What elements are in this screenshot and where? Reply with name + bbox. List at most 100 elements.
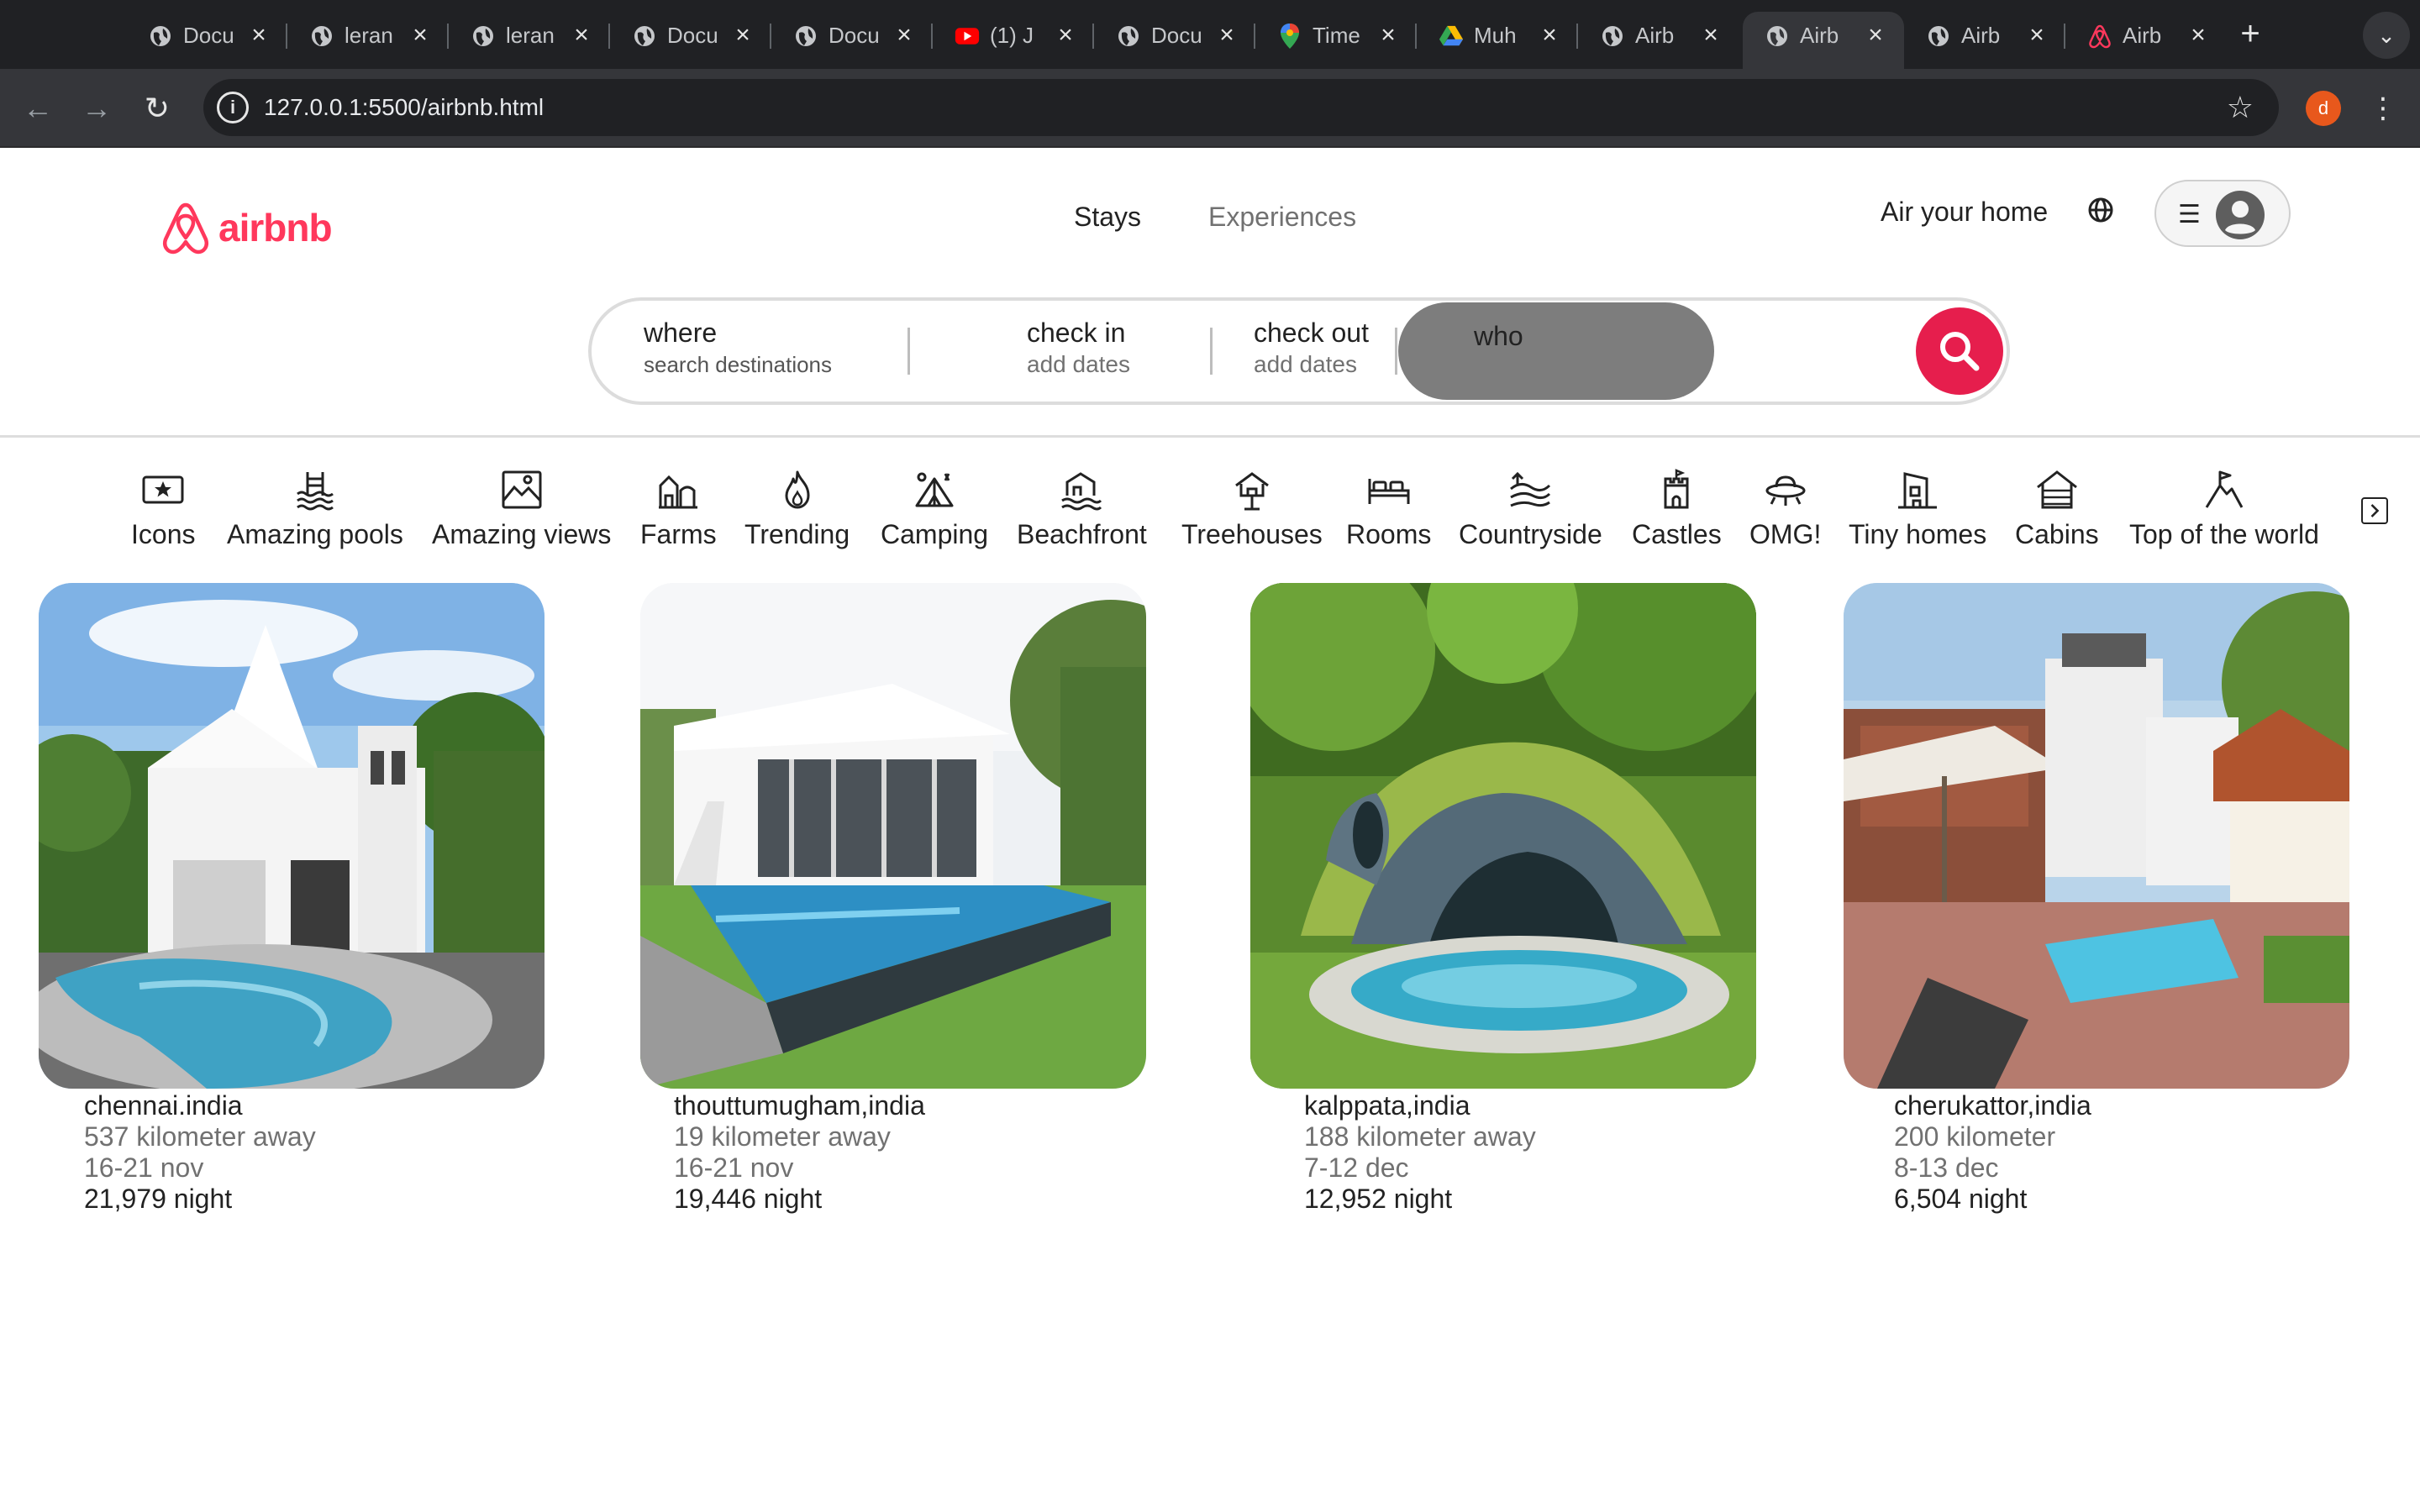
category-label: Amazing views bbox=[432, 519, 612, 549]
category-omg[interactable]: OMG! bbox=[1749, 467, 1821, 551]
close-tab-icon[interactable]: × bbox=[405, 20, 435, 50]
category-top-of-the-world[interactable]: Top of the world bbox=[2129, 467, 2319, 551]
listing-info: thouttumugham,india 19 kilometer away 16… bbox=[674, 1090, 925, 1215]
browser-tab[interactable]: Docu × bbox=[771, 12, 933, 69]
category-label: Rooms bbox=[1346, 519, 1432, 549]
youtube-icon bbox=[955, 24, 980, 49]
close-tab-icon[interactable]: × bbox=[1212, 20, 1242, 50]
check-out-label: check out bbox=[1254, 318, 1369, 348]
bookmark-star-icon[interactable]: ☆ bbox=[2227, 89, 2254, 126]
category-countryside[interactable]: Countryside bbox=[1459, 467, 1602, 551]
browser-tab[interactable]: Muh × bbox=[1417, 12, 1578, 69]
category-treehouses[interactable]: Treehouses bbox=[1181, 467, 1323, 551]
listing-distance: 19 kilometer away bbox=[674, 1121, 891, 1152]
close-tab-icon[interactable]: × bbox=[1534, 20, 1565, 50]
check-out-placeholder: add dates bbox=[1254, 351, 1357, 377]
new-tab-plus-icon[interactable]: + bbox=[2232, 15, 2269, 52]
close-tab-icon[interactable]: × bbox=[1860, 20, 1891, 50]
header-divider bbox=[0, 435, 2420, 438]
category-label: Amazing pools bbox=[227, 519, 403, 549]
search-divider bbox=[1210, 328, 1213, 375]
bed-icon bbox=[1368, 479, 1410, 504]
globe-icon bbox=[1600, 24, 1625, 49]
category-label: Countryside bbox=[1459, 519, 1602, 549]
browser-tab[interactable]: (1) J × bbox=[933, 12, 1094, 69]
profile-avatar[interactable]: d bbox=[2306, 91, 2341, 126]
browser-tab-active[interactable]: Airb × bbox=[1743, 12, 1904, 69]
tab-title: Airb bbox=[1800, 23, 1839, 48]
close-tab-icon[interactable]: × bbox=[2022, 20, 2052, 50]
category-rooms[interactable]: Rooms bbox=[1346, 467, 1431, 551]
where-placeholder: search destinations bbox=[644, 352, 833, 377]
tab-search-chevron-icon[interactable]: ⌄ bbox=[2363, 12, 2410, 59]
close-tab-icon[interactable]: × bbox=[889, 20, 919, 50]
check-out-field[interactable]: check out add dates bbox=[1254, 316, 1369, 380]
air-your-home-link[interactable]: Air your home bbox=[1881, 192, 2048, 232]
close-tab-icon[interactable]: × bbox=[1373, 20, 1403, 50]
earth-house-photo bbox=[1250, 583, 1756, 1089]
category-farms[interactable]: Farms bbox=[640, 467, 717, 551]
category-beachfront[interactable]: Beachfront bbox=[1017, 467, 1147, 551]
check-in-field[interactable]: check in add dates bbox=[1027, 316, 1130, 380]
listing-photo[interactable] bbox=[1844, 583, 2349, 1089]
close-tab-icon[interactable]: × bbox=[2183, 20, 2213, 50]
browser-tab[interactable]: Docu × bbox=[126, 12, 287, 69]
where-field[interactable]: where search destinations bbox=[644, 316, 832, 380]
cabin-icon bbox=[2036, 470, 2077, 509]
listing-card[interactable]: kalppata,india 188 kilometer away 7-12 d… bbox=[1250, 583, 1756, 1214]
back-arrow-icon[interactable]: ← bbox=[17, 87, 59, 129]
farm-icon bbox=[659, 475, 698, 509]
listing-photo[interactable] bbox=[1250, 583, 1756, 1089]
url-text[interactable]: 127.0.0.1:5500/airbnb.html bbox=[264, 92, 544, 123]
close-tab-icon[interactable]: × bbox=[244, 20, 274, 50]
forward-arrow-icon[interactable]: → bbox=[76, 87, 118, 129]
listing-location: cherukattor,india bbox=[1894, 1090, 2091, 1121]
browser-tab-bar: Docu × leran × leran × Docu × Docu × (1)… bbox=[0, 0, 2420, 69]
category-tiny-homes[interactable]: Tiny homes bbox=[1849, 467, 1986, 551]
listing-card[interactable]: cherukattor,india 200 kilometer 8-13 dec… bbox=[1844, 583, 2349, 1214]
listing-distance: 200 kilometer bbox=[1894, 1121, 2056, 1152]
listing-dates: 16-21 nov bbox=[674, 1152, 794, 1183]
category-amazing-views[interactable]: Amazing views bbox=[432, 467, 611, 551]
nav-tab-stays[interactable]: Stays bbox=[1074, 197, 1141, 237]
close-tab-icon[interactable]: × bbox=[728, 20, 758, 50]
nav-tab-experiences[interactable]: Experiences bbox=[1208, 197, 1356, 237]
categories-next-arrow-icon[interactable] bbox=[2361, 497, 2388, 524]
browser-tab[interactable]: leran × bbox=[449, 12, 610, 69]
listing-photo[interactable] bbox=[640, 583, 1146, 1089]
browser-tab[interactable]: Docu × bbox=[610, 12, 771, 69]
site-info-icon[interactable]: i bbox=[217, 92, 249, 123]
listing-price: 21,979 night bbox=[84, 1184, 233, 1214]
airbnb-logo[interactable]: airbnb bbox=[160, 200, 333, 255]
user-menu-button[interactable]: ☰ bbox=[2154, 180, 2291, 247]
category-amazing-pools[interactable]: Amazing pools bbox=[227, 467, 403, 551]
globe-language-icon[interactable] bbox=[2084, 193, 2118, 227]
browser-menu-icon[interactable]: ⋮ bbox=[2366, 87, 2400, 129]
listing-card[interactable]: chennai.india 537 kilometer away 16-21 n… bbox=[39, 583, 544, 1214]
browser-tab[interactable]: leran × bbox=[287, 12, 449, 69]
category-camping[interactable]: Camping bbox=[881, 467, 988, 551]
category-cabins[interactable]: Cabins bbox=[2015, 467, 2099, 551]
browser-tab[interactable]: Time × bbox=[1255, 12, 1417, 69]
category-castles[interactable]: Castles bbox=[1632, 467, 1722, 551]
search-button[interactable] bbox=[1916, 307, 2003, 395]
listing-photo[interactable] bbox=[39, 583, 544, 1089]
browser-tab[interactable]: Airb × bbox=[1904, 12, 2065, 69]
category-icons[interactable]: Icons bbox=[131, 467, 195, 551]
reload-icon[interactable]: ↻ bbox=[136, 87, 178, 129]
browser-tab[interactable]: Airb × bbox=[1578, 12, 1739, 69]
brand-wordmark: airbnb bbox=[218, 206, 333, 249]
browser-tab[interactable]: Airb × bbox=[2065, 12, 2227, 69]
browser-tab[interactable]: Docu × bbox=[1094, 12, 1255, 69]
listing-card[interactable]: thouttumugham,india 19 kilometer away 16… bbox=[640, 583, 1146, 1214]
mountain-flag-icon bbox=[2205, 470, 2244, 508]
listing-info: kalppata,india 188 kilometer away 7-12 d… bbox=[1304, 1090, 1536, 1215]
close-tab-icon[interactable]: × bbox=[1050, 20, 1081, 50]
search-icon bbox=[1940, 332, 1980, 371]
close-tab-icon[interactable]: × bbox=[1696, 20, 1726, 50]
tab-title: Time bbox=[1313, 23, 1360, 48]
category-trending[interactable]: Trending bbox=[744, 467, 850, 551]
close-tab-icon[interactable]: × bbox=[566, 20, 597, 50]
address-bar[interactable]: i 127.0.0.1:5500/airbnb.html ☆ bbox=[203, 79, 2279, 136]
who-field[interactable]: who bbox=[1398, 302, 1714, 400]
